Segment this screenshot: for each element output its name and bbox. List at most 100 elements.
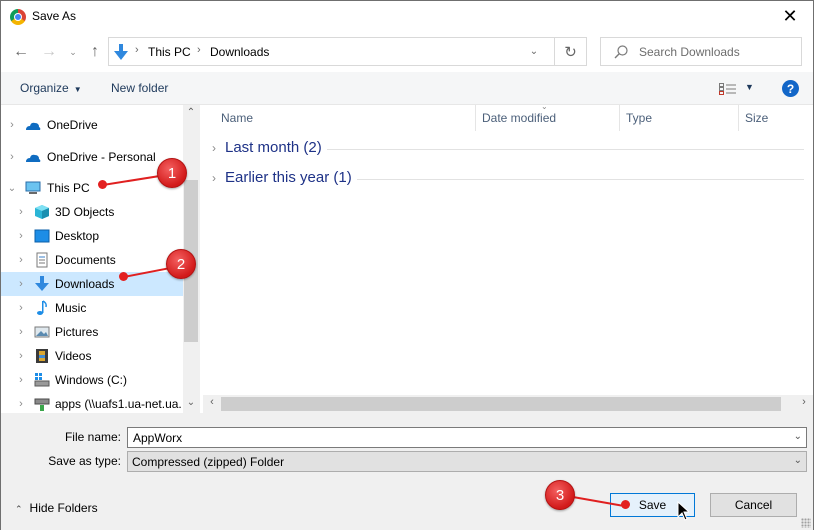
scroll-down-button[interactable]: ⌄ — [183, 397, 199, 411]
close-button[interactable]: ✕ — [767, 1, 813, 31]
save-as-dialog: Save As ✕ ← → ⌄ ↑ › This PC › Downloads … — [0, 0, 814, 530]
forward-button[interactable]: → — [38, 41, 60, 63]
new-folder-button[interactable]: New folder — [111, 81, 168, 95]
title-bar: Save As ✕ — [1, 1, 813, 32]
tree-item-label: Windows (C:) — [55, 373, 128, 387]
breadcrumb-downloads[interactable]: Downloads — [210, 45, 269, 59]
search-box[interactable] — [600, 37, 802, 66]
column-header-type[interactable]: Type — [619, 105, 738, 131]
refresh-button[interactable]: ↻ — [554, 38, 586, 65]
column-header-name[interactable]: Name — [215, 105, 475, 131]
command-bar: Organize ▼ New folder ▼ ? — [1, 72, 813, 105]
annotation-badge-3: 3 — [545, 480, 575, 510]
tree-item-windows-c[interactable]: › Windows (C:) — [1, 368, 183, 392]
expand-chevron-icon[interactable]: › — [16, 374, 26, 386]
expand-chevron-icon[interactable]: › — [16, 254, 26, 266]
tree-item-3d-objects[interactable]: › 3D Objects — [1, 200, 183, 224]
caret-down-icon: ▼ — [73, 85, 82, 94]
save-as-type-select[interactable]: Compressed (zipped) Folder ⌄ — [127, 451, 807, 472]
desktop-icon — [34, 229, 50, 243]
resize-grip[interactable] — [801, 518, 811, 528]
tree-item-music[interactable]: › Music — [1, 296, 183, 320]
file-name-label: File name: — [64, 430, 121, 444]
group-last-month[interactable]: › Last month (2) — [203, 137, 809, 161]
search-input[interactable] — [639, 43, 794, 61]
tree-item-downloads[interactable]: › Downloads — [1, 272, 183, 296]
address-bar[interactable]: › This PC › Downloads ⌄ ↻ — [108, 37, 587, 66]
tree-item-apps-network[interactable]: › apps (\\uafs1.ua-net.ua. — [1, 392, 183, 413]
back-button[interactable]: ← — [10, 41, 32, 63]
tree-item-pictures[interactable]: › Pictures — [1, 320, 183, 344]
filelist-horizontal-scrollbar[interactable]: ‹ › — [203, 395, 813, 413]
annotation-dot-2 — [119, 272, 128, 281]
group-divider — [327, 149, 804, 150]
chrome-icon — [10, 9, 26, 25]
save-form: File name: ⌄ Save as type: Compressed (z… — [1, 413, 813, 530]
tree-item-label: Downloads — [55, 277, 115, 291]
tree-item-videos[interactable]: › Videos — [1, 344, 183, 368]
navigation-bar: ← → ⌄ ↑ › This PC › Downloads ⌄ ↻ — [1, 32, 813, 72]
tree-item-onedrive[interactable]: › OneDrive — [1, 113, 183, 137]
breadcrumb-separator[interactable]: › — [197, 44, 201, 56]
group-label: Last month (2) — [225, 139, 322, 156]
scroll-right-button[interactable]: › — [797, 396, 811, 412]
hide-folders-button[interactable]: ⌃ Hide Folders — [15, 501, 98, 515]
organize-button[interactable]: Organize ▼ — [20, 81, 82, 95]
scrollbar-thumb[interactable] — [221, 397, 781, 411]
file-name-input[interactable] — [133, 430, 773, 445]
onedrive-icon — [26, 154, 41, 162]
collapse-chevron-icon[interactable]: ⌄ — [7, 183, 17, 194]
tree-item-label: OneDrive — [47, 118, 98, 132]
chevron-up-icon: ⌃ — [15, 504, 23, 514]
group-earlier-this-year[interactable]: › Earlier this year (1) — [203, 167, 809, 191]
change-view-button[interactable]: ▼ — [719, 81, 759, 97]
tree-item-desktop[interactable]: › Desktop — [1, 224, 183, 248]
expand-chevron-icon[interactable]: › — [16, 230, 26, 242]
up-button[interactable]: ↑ — [84, 41, 106, 63]
tree-item-label: Videos — [55, 349, 92, 363]
search-icon — [614, 45, 628, 59]
group-expand-chevron-icon[interactable]: › — [212, 141, 216, 155]
dialog-title: Save As — [32, 9, 77, 23]
chevron-down-icon: ⌄ — [793, 455, 802, 466]
expand-chevron-icon[interactable]: › — [16, 302, 26, 314]
breadcrumb-this-pc[interactable]: This PC — [148, 45, 191, 59]
tree-item-label: This PC — [47, 181, 90, 195]
computer-icon — [25, 181, 41, 194]
address-dropdown-button[interactable]: ⌄ — [520, 38, 548, 65]
column-header-size[interactable]: Size — [738, 105, 813, 131]
expand-chevron-icon[interactable]: › — [7, 151, 17, 163]
downloads-icon — [114, 44, 128, 60]
expand-chevron-icon[interactable]: › — [16, 326, 26, 338]
expand-chevron-icon[interactable]: › — [16, 398, 26, 410]
tree-item-onedrive-personal[interactable]: › OneDrive - Personal — [1, 145, 183, 169]
save-as-type-label: Save as type: — [48, 454, 121, 468]
group-expand-chevron-icon[interactable]: › — [212, 171, 216, 185]
expand-chevron-icon[interactable]: › — [16, 350, 26, 362]
chevron-down-icon[interactable]: ⌄ — [794, 431, 802, 442]
tree-item-documents[interactable]: › Documents — [1, 248, 183, 272]
scroll-left-button[interactable]: ‹ — [205, 396, 219, 412]
pictures-icon — [34, 326, 50, 338]
save-as-type-value: Compressed (zipped) Folder — [132, 455, 285, 469]
mouse-pointer-icon — [677, 501, 689, 521]
expand-chevron-icon[interactable]: › — [7, 119, 17, 131]
expand-chevron-icon[interactable]: › — [16, 278, 26, 290]
tree-item-this-pc[interactable]: ⌄ This PC — [1, 176, 183, 200]
cancel-button[interactable]: Cancel — [710, 493, 797, 517]
annotation-badge-1: 1 — [157, 158, 187, 188]
tree-item-label: 3D Objects — [55, 205, 115, 219]
recent-locations-button[interactable]: ⌄ — [62, 41, 84, 63]
file-name-field[interactable]: ⌄ — [127, 427, 807, 448]
3d-objects-icon — [35, 205, 49, 219]
breadcrumb-separator[interactable]: › — [135, 44, 139, 56]
tree-item-label: Pictures — [55, 325, 99, 339]
annotation-badge-2: 2 — [166, 249, 196, 279]
tree-item-label: Desktop — [55, 229, 100, 243]
caret-down-icon: ▼ — [745, 82, 754, 92]
tree-item-label: Music — [55, 301, 87, 315]
tree-item-label: apps (\\uafs1.ua-net.ua. — [55, 397, 182, 411]
help-button[interactable]: ? — [782, 80, 799, 97]
expand-chevron-icon[interactable]: › — [16, 206, 26, 218]
scroll-up-button[interactable]: ⌃ — [183, 107, 199, 121]
